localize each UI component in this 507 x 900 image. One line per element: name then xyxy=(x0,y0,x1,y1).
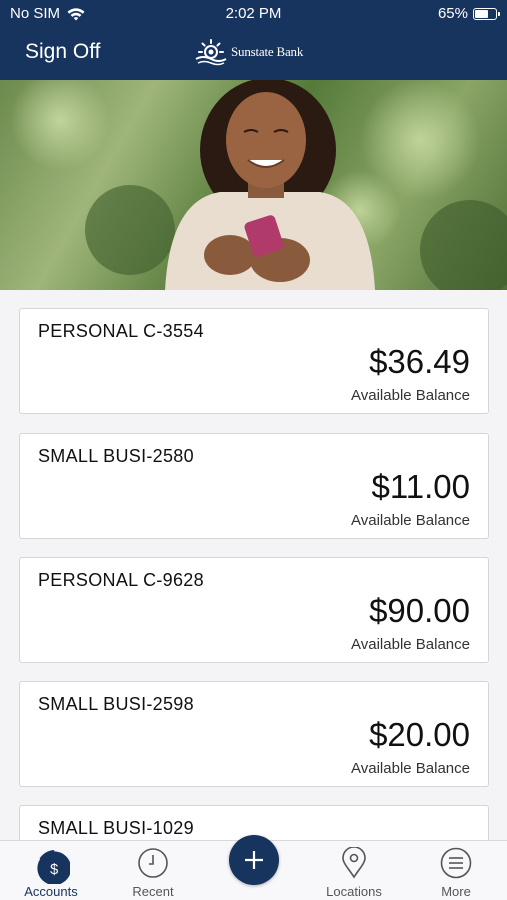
account-card[interactable]: PERSONAL C-9628 $90.00 Available Balance xyxy=(19,557,489,663)
account-card[interactable]: PERSONAL C-3554 $36.49 Available Balance xyxy=(19,308,489,414)
status-time: 2:02 PM xyxy=(225,5,282,22)
logo-text: Sunstate Bank xyxy=(231,44,304,59)
account-name: PERSONAL C-3554 xyxy=(38,321,204,341)
tab-accounts-label: Accounts xyxy=(24,884,78,899)
bank-logo: Sunstate Bank xyxy=(192,38,303,66)
add-action-button[interactable] xyxy=(229,835,279,885)
account-name: SMALL BUSI-1029 xyxy=(38,818,194,838)
tab-locations[interactable]: Locations xyxy=(304,841,404,900)
status-bar: No SIM 2:02 PM 65% xyxy=(0,0,507,28)
tab-recent-label: Recent xyxy=(132,884,174,899)
menu-icon xyxy=(440,847,472,879)
tab-locations-label: Locations xyxy=(326,884,382,899)
nav-bar: Sign Off Sunstate Bank xyxy=(0,30,507,78)
account-card[interactable]: SMALL BUSI-2580 $11.00 Available Balance xyxy=(19,433,489,539)
hero-banner-image xyxy=(0,80,507,290)
account-balance: $90.00 xyxy=(369,592,470,629)
sign-off-button[interactable]: Sign Off xyxy=(25,40,101,64)
tab-more[interactable]: More xyxy=(406,841,506,900)
location-pin-icon xyxy=(342,847,366,879)
svg-text:$: $ xyxy=(50,862,58,878)
account-name: SMALL BUSI-2580 xyxy=(38,446,194,466)
tab-recent[interactable]: Recent xyxy=(103,841,203,900)
battery-icon xyxy=(473,7,500,20)
tab-more-label: More xyxy=(441,884,471,899)
tab-accounts[interactable]: $ Accounts xyxy=(1,841,101,900)
available-balance-label: Available Balance xyxy=(351,636,470,653)
available-balance-label: Available Balance xyxy=(351,387,470,404)
account-balance: $20.00 xyxy=(369,716,470,753)
accounts-list: PERSONAL C-3554 $36.49 Available Balance… xyxy=(0,290,507,840)
sun-logo-icon xyxy=(195,39,227,66)
accounts-dollar-icon: $ xyxy=(37,849,70,884)
available-balance-label: Available Balance xyxy=(351,512,470,529)
clock-icon xyxy=(138,848,168,878)
battery-percent: 65% xyxy=(437,5,468,22)
account-name: PERSONAL C-9628 xyxy=(38,570,204,590)
account-balance: $36.49 xyxy=(369,343,470,380)
account-name: SMALL BUSI-2598 xyxy=(38,694,194,714)
status-right: 65% xyxy=(437,5,500,22)
plus-icon xyxy=(245,851,263,869)
available-balance-label: Available Balance xyxy=(351,760,470,777)
account-balance: $11.00 xyxy=(371,468,470,505)
app-header: No SIM 2:02 PM 65% Sign Off Sunstate Ban… xyxy=(0,0,507,80)
woman-with-phone-illustration xyxy=(10,80,507,290)
account-card[interactable]: SMALL BUSI-2598 $20.00 Available Balance xyxy=(19,681,489,787)
